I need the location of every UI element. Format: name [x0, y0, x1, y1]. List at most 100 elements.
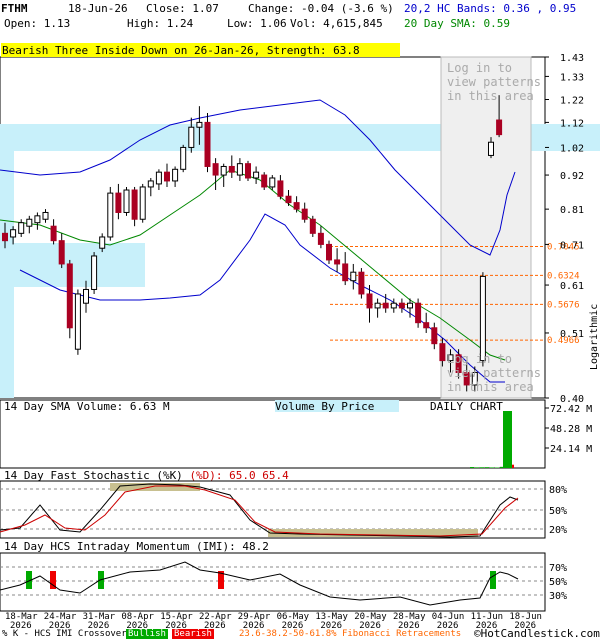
candle-bullish: [147, 180, 154, 188]
y-tick-label: 1.33: [560, 72, 584, 83]
y-tick-label: 1.02: [560, 143, 584, 154]
candle-bullish: [374, 302, 381, 309]
candle-bullish: [350, 271, 357, 282]
candle-bullish: [10, 229, 17, 238]
candle-bullish: [42, 211, 49, 220]
volume-bar: [490, 467, 494, 468]
candle-bearish: [423, 322, 430, 329]
candle-bearish: [261, 174, 268, 188]
login-prompt-top[interactable]: Log in to view patterns in this area: [447, 61, 541, 103]
candle-bullish: [269, 177, 276, 188]
zone-band-left: [0, 150, 14, 398]
candle-bearish: [358, 271, 365, 295]
stoch-tick-label: 80%: [549, 485, 567, 496]
candle-bullish: [479, 275, 486, 362]
daily-chart-label: DAILY CHART: [430, 400, 503, 413]
imi-tick-label: 50%: [549, 577, 567, 588]
fib-legend: 23.6-38.2-50-61.8% Fibonacci Retracement…: [239, 629, 462, 639]
imi-panel-frame: [0, 552, 546, 612]
candle-bullish: [123, 189, 130, 213]
fib-label: 0.6324: [547, 271, 580, 281]
pattern-banner[interactable]: Bearish Three Inside Down on 26-Jan-26, …: [2, 44, 360, 57]
candle-bearish: [382, 302, 389, 309]
volume-tick-label: 48.28 M: [550, 424, 592, 435]
candle-bearish: [342, 263, 349, 282]
y-tick-label: 1.22: [560, 96, 584, 107]
volume-by-price-label: Volume By Price: [275, 400, 375, 413]
volume-bar: [503, 411, 512, 468]
candle-bearish: [326, 243, 332, 261]
candle-bullish: [155, 171, 162, 185]
copyright[interactable]: ©HotCandlestick.com: [474, 627, 600, 640]
candle-bearish: [204, 121, 211, 167]
volume-bar: [475, 467, 479, 468]
volume-bar: [485, 467, 489, 468]
candle-bearish: [496, 119, 503, 136]
y-tick-label: 0.51: [560, 329, 584, 340]
candle-bullish: [196, 121, 203, 128]
candle-bullish: [83, 288, 89, 304]
stoch-d-label: (%D): 65.0: [189, 469, 256, 482]
candle-bearish: [285, 195, 292, 204]
volume-title: 14 Day SMA Volume: 6.63 M: [4, 400, 170, 413]
y-tick-label: 0.71: [560, 240, 584, 251]
imi-line: [0, 561, 519, 606]
candle-bullish: [26, 218, 33, 227]
candle-bullish: [34, 215, 41, 224]
candle-bearish: [309, 218, 316, 234]
bullish-badge: Bullish: [126, 629, 168, 639]
candle-bullish: [172, 168, 179, 182]
candle-bearish: [398, 302, 405, 309]
y-tick-label: 0.92: [560, 171, 584, 182]
candle-bearish: [66, 263, 73, 329]
candle-bearish: [50, 225, 57, 242]
volume-tick-label: 72.42 M: [550, 404, 592, 415]
candle-bearish: [131, 189, 138, 220]
stoch-tick-label: 50%: [549, 506, 567, 517]
volume-bar: [480, 467, 484, 468]
candle-bearish: [115, 192, 122, 213]
candle-bullish: [390, 302, 397, 309]
bearish-badge: Bearish: [172, 629, 214, 639]
login-overlay-area: [440, 56, 532, 399]
candle-bearish: [58, 240, 65, 265]
candle-bearish: [245, 163, 251, 179]
volume-bar: [470, 467, 474, 468]
fib-label: 0.5676: [547, 300, 580, 310]
candle-bullish: [220, 165, 227, 176]
candle-bearish: [277, 180, 284, 197]
candle-bullish: [180, 146, 187, 170]
candle-bullish: [188, 126, 195, 148]
y-axis-label: Logarithmic: [589, 304, 600, 370]
candle-bearish: [228, 165, 235, 173]
candle-bearish: [164, 171, 170, 182]
candle-bearish: [439, 343, 446, 362]
footer-legend: % K - HCS IMI Crossover:: [2, 629, 133, 639]
candle-bearish: [212, 163, 219, 176]
candle-bullish: [18, 222, 25, 234]
imi-crossover-marker: [490, 571, 496, 589]
y-tick-label: 1.43: [560, 53, 584, 64]
candle-bearish: [431, 327, 438, 345]
candle-bullish: [91, 255, 98, 290]
login-prompt-bottom[interactable]: Log in to view patterns in this area: [447, 352, 541, 394]
volume-tick-label: 24.14 M: [550, 444, 592, 455]
lower-band: [19, 213, 505, 383]
candle-bearish: [2, 232, 8, 242]
candle-bullish: [74, 293, 81, 350]
y-tick-label: 0.81: [560, 205, 584, 216]
candle-bearish: [334, 259, 341, 265]
candle-bearish: [293, 202, 300, 210]
stoch-d-value: 65.4: [262, 469, 289, 482]
candle-bearish: [301, 208, 308, 220]
stoch-tick-label: 20%: [549, 525, 567, 536]
candle-bullish: [407, 302, 413, 309]
candle-bullish: [236, 163, 243, 176]
candle-bullish: [139, 186, 146, 220]
y-tick-label: 0.61: [560, 281, 584, 292]
candle-bullish: [253, 171, 260, 179]
stoch-title: 14 Day Fast Stochastic (%K) (%D): 65.0 6…: [4, 469, 289, 482]
candle-bearish: [366, 293, 373, 309]
candle-bullish: [488, 141, 494, 156]
imi-tick-label: 30%: [549, 591, 567, 602]
